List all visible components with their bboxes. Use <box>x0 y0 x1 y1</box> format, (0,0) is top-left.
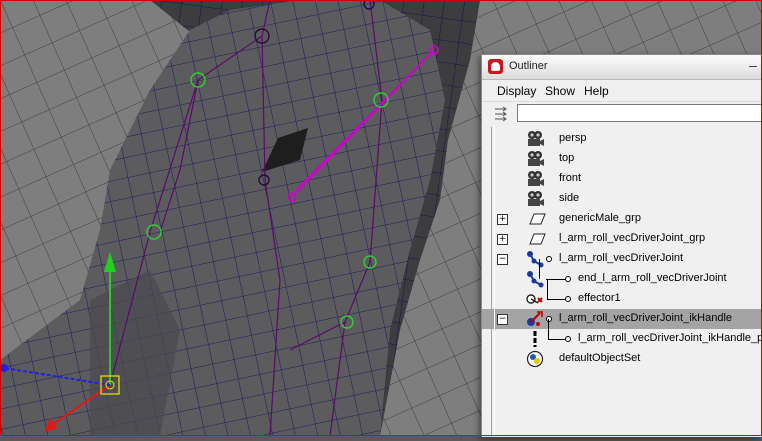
item-label: top <box>559 152 575 164</box>
expand-button[interactable]: + <box>497 234 508 245</box>
minimize-button[interactable]: ‒ <box>743 56 762 76</box>
joint-icon <box>527 251 544 268</box>
collapse-button[interactable]: − <box>497 314 508 325</box>
outliner-item-effector1[interactable]: effector1 <box>482 279 762 309</box>
outliner-item-top[interactable]: top <box>482 149 762 169</box>
item-label: end_l_arm_roll_vecDriverJoint <box>578 272 727 284</box>
outliner-item-vecdriverjoint-grp[interactable]: + l_arm_roll_vecDriverJoint_grp <box>482 229 762 249</box>
item-label: l_arm_roll_vecDriverJoint_ikHandle <box>559 312 733 324</box>
outliner-tree[interactable]: persp top front side + genericMale_grp +… <box>482 127 762 437</box>
tree-line <box>548 319 549 339</box>
connector-dot <box>565 336 571 342</box>
outliner-item-ikhandle[interactable]: − l_arm_roll_vecDriverJoint_ikHandle <box>482 309 762 329</box>
menu-show[interactable]: Show <box>545 84 575 98</box>
item-label: l_arm_roll_vecDriverJoint_ikHandle_po <box>578 332 762 344</box>
item-label: l_arm_roll_vecDriverJoint <box>559 252 684 264</box>
outliner-item-front[interactable]: front <box>482 169 762 189</box>
tree-gutter-divider <box>491 127 495 437</box>
menu-display[interactable]: Display <box>497 84 536 98</box>
item-label: persp <box>559 132 587 144</box>
outliner-item-pole-vector[interactable]: l_arm_roll_vecDriverJoint_ikHandle_po <box>482 319 762 349</box>
effector-icon <box>526 294 543 304</box>
filter-arrows-icon[interactable] <box>494 106 514 122</box>
item-label: defaultObjectSet <box>559 352 641 364</box>
ik-handle-icon <box>527 311 543 326</box>
maya-app-icon <box>488 59 503 74</box>
outliner-item-side[interactable]: side <box>482 189 762 209</box>
set-icon <box>526 350 544 368</box>
connector-dot <box>565 296 571 302</box>
item-label: front <box>559 172 582 184</box>
item-label: effector1 <box>578 292 621 304</box>
collapse-button[interactable]: − <box>497 254 508 265</box>
filter-input[interactable] <box>517 104 762 122</box>
connector-dot <box>565 276 571 282</box>
joint-icon <box>527 271 544 288</box>
item-label: side <box>559 192 580 204</box>
outliner-item-defaultobjectset[interactable]: defaultObjectSet <box>482 349 762 369</box>
filter-bar <box>482 102 762 128</box>
item-label: l_arm_roll_vecDriverJoint_grp <box>559 232 706 244</box>
menubar: Display Show Help <box>482 80 762 102</box>
outliner-titlebar[interactable]: Outliner ‒ <box>482 55 762 80</box>
item-label: genericMale_grp <box>559 212 641 224</box>
connector-dot <box>546 316 552 322</box>
camera-icon <box>528 131 544 146</box>
outliner-item-vecdriverjoint[interactable]: − l_arm_roll_vecDriverJoint <box>482 249 762 269</box>
expand-button[interactable]: + <box>497 214 508 225</box>
tree-line <box>546 279 565 280</box>
tree-line <box>547 279 548 299</box>
tree-line <box>547 299 565 300</box>
menu-help[interactable]: Help <box>584 84 609 98</box>
outliner-window[interactable]: Outliner ‒ Display Show Help persp top f… <box>481 54 762 437</box>
outliner-item-genericmale-grp[interactable]: + genericMale_grp <box>482 209 762 229</box>
outliner-item-end-joint[interactable]: end_l_arm_roll_vecDriverJoint <box>482 259 762 289</box>
camera-icon <box>528 171 544 186</box>
camera-icon <box>528 151 544 166</box>
pole-vector-icon <box>533 331 537 347</box>
connector-dot <box>546 256 552 262</box>
window-title: Outliner <box>509 60 548 72</box>
outliner-item-persp[interactable]: persp <box>482 129 762 149</box>
transform-icon <box>529 233 546 245</box>
camera-icon <box>528 191 544 206</box>
transform-icon <box>529 213 546 225</box>
tree-line <box>548 339 565 340</box>
